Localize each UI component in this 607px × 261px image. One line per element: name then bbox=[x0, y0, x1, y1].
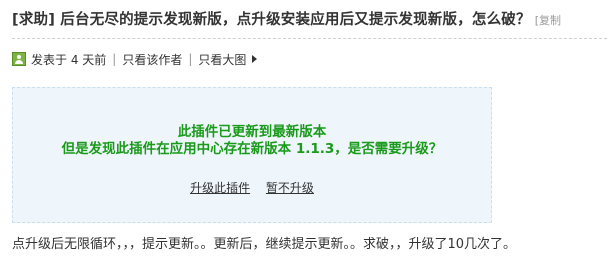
post-body-text: 点升级后无限循环，，，提示更新。。更新后，继续提示更新。。求破，，升级了10几次… bbox=[12, 237, 517, 252]
thread-title-bar: [求助] 后台无尽的提示发现新版，点升级安装应用后又提示发现新版，怎么破？ [复制 bbox=[12, 8, 607, 34]
meta-separator: | bbox=[188, 52, 193, 66]
post-meta-bar: 发表于 4 天前 | 只看该作者 | 只看大图 bbox=[12, 50, 258, 68]
user-icon bbox=[12, 52, 26, 66]
skip-upgrade-link[interactable]: 暂不升级 bbox=[266, 181, 314, 195]
notice-new-version-text: 但是发现此插件在应用中心存在新版本 1.1.3，是否需要升级？ bbox=[61, 141, 443, 157]
post-time: 发表于 4 天前 bbox=[31, 52, 107, 67]
upgrade-plugin-link[interactable]: 升级此插件 bbox=[190, 181, 250, 195]
only-author-link[interactable]: 只看该作者 bbox=[122, 51, 182, 68]
arrow-right-icon[interactable] bbox=[252, 55, 258, 63]
thread-title: [求助] 后台无尽的提示发现新版，点升级安装应用后又提示发现新版，怎么破？ bbox=[12, 12, 531, 28]
large-image-link[interactable]: 只看大图 bbox=[198, 51, 246, 68]
title-divider bbox=[12, 38, 607, 39]
plugin-update-notice: 此插件已更新到最新版本 但是发现此插件在应用中心存在新版本 1.1.3，是否需要… bbox=[12, 87, 492, 223]
meta-separator: | bbox=[112, 52, 117, 66]
thread-page: [求助] 后台无尽的提示发现新版，点升级安装应用后又提示发现新版，怎么破？ [复制… bbox=[0, 0, 607, 261]
copy-link-button[interactable]: [复制 bbox=[535, 14, 561, 27]
notice-actions: 升级此插件 暂不升级 bbox=[13, 179, 491, 196]
